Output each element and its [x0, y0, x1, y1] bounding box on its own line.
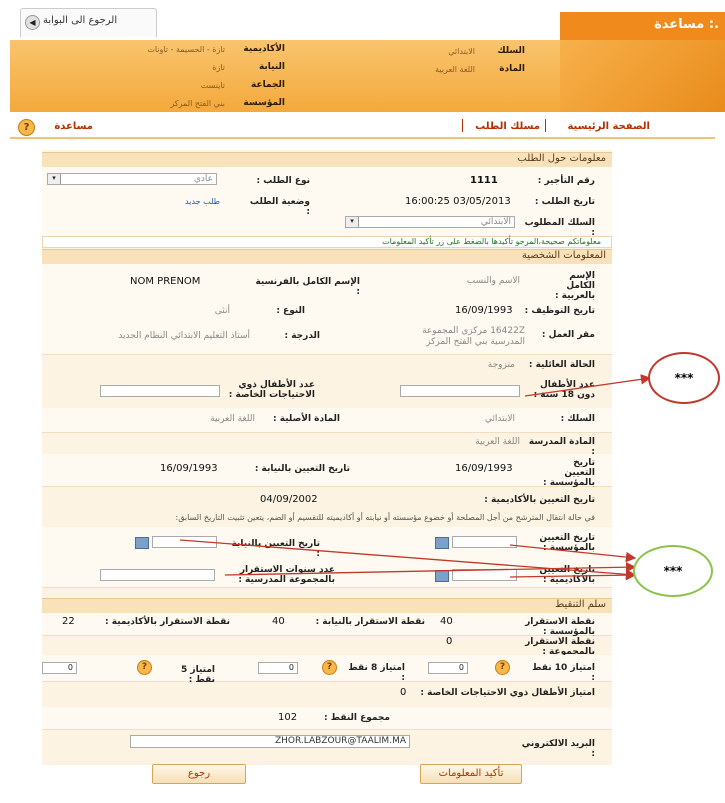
annotation-arrow: [509, 544, 637, 563]
annotation-arrow: [509, 569, 637, 581]
annotation-mark: ***: [674, 371, 694, 385]
annotation-arrow: [524, 374, 652, 397]
annotation-arrow: [179, 539, 637, 580]
annotation-ellipse-red: ***: [648, 352, 720, 404]
annotation-arrow: [224, 561, 637, 576]
annotation-arrows: [179, 374, 652, 581]
annotation-mark: ***: [663, 564, 683, 578]
annotation-ellipse-green: ***: [633, 545, 713, 597]
